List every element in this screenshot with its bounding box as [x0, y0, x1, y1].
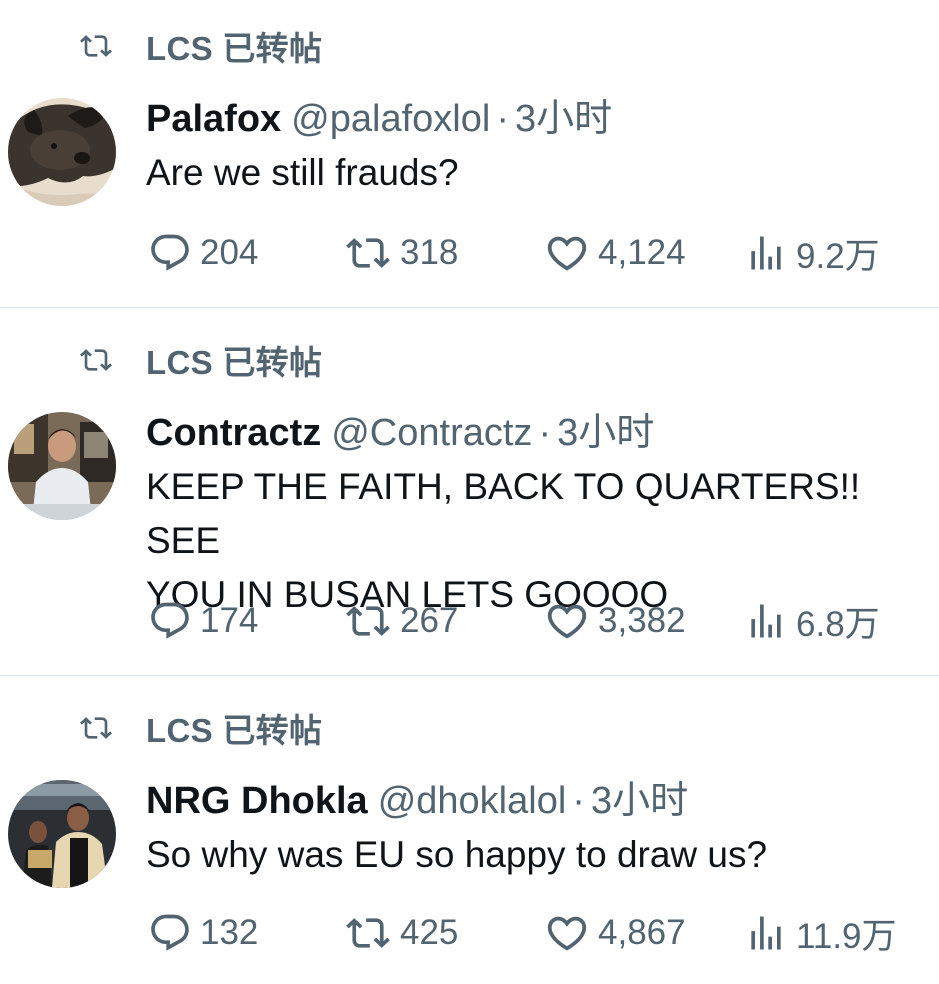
reply-count: 174 — [200, 601, 259, 640]
retweet-icon — [344, 231, 392, 275]
user-handle[interactable]: @dhoklalol — [378, 780, 567, 822]
avatar[interactable] — [8, 780, 116, 888]
tweet-card[interactable]: LCS 已转帖 Palafox @palafoxlol · 3小时 Are we st… — [0, 0, 939, 308]
retweet-icon — [344, 911, 392, 955]
display-name[interactable]: NRG Dhokla — [146, 780, 368, 822]
repost-button[interactable]: 318 — [344, 228, 458, 278]
avatar[interactable] — [8, 412, 116, 520]
retweet-icon — [344, 599, 392, 643]
tweet-text: So why was EU so happy to draw us? — [146, 834, 768, 875]
like-count: 4,124 — [598, 233, 686, 272]
heart-icon — [544, 230, 590, 276]
repost-button[interactable]: 425 — [344, 908, 458, 958]
view-count: 6.8万 — [796, 604, 880, 644]
heart-icon — [544, 598, 590, 644]
dog-avatar-icon — [8, 98, 116, 206]
like-count: 3,382 — [598, 601, 686, 640]
views-button[interactable]: 9.2万 — [744, 228, 880, 278]
like-button[interactable]: 4,124 — [544, 228, 686, 278]
person-avatar-icon — [8, 412, 116, 520]
heart-icon — [544, 910, 590, 956]
user-handle[interactable]: @palafoxlol — [291, 98, 490, 140]
reply-button[interactable]: 174 — [148, 596, 258, 646]
retweet-icon — [74, 712, 118, 744]
tweet-actions: 174 267 3,382 6.8万 — [146, 596, 906, 646]
retweet-context[interactable]: LCS 已转帖 — [74, 338, 322, 382]
retweet-context[interactable]: LCS 已转帖 — [74, 24, 322, 68]
like-button[interactable]: 4,867 — [544, 908, 686, 958]
views-button[interactable]: 11.9万 — [744, 908, 897, 958]
reply-count: 132 — [200, 913, 259, 952]
reply-count: 204 — [200, 233, 259, 272]
tweet-timestamp[interactable]: 3小时 — [557, 412, 654, 454]
view-count: 11.9万 — [796, 916, 897, 956]
view-count: 9.2万 — [796, 236, 880, 276]
retweet-icon — [74, 30, 118, 62]
team-avatar-icon — [8, 780, 116, 888]
reply-button[interactable]: 204 — [148, 228, 258, 278]
repost-count: 267 — [400, 601, 459, 640]
tweet-header: Contractz @Contractz · 3小时 — [146, 410, 654, 456]
display-name[interactable]: Palafox — [146, 98, 281, 140]
repost-count: 318 — [400, 233, 459, 272]
display-name[interactable]: Contractz — [146, 412, 321, 454]
reply-icon — [148, 599, 192, 643]
tweet-card[interactable]: LCS 已转帖 Contractz @Contractz · 3小时 KEEP THE… — [0, 308, 939, 676]
avatar[interactable] — [8, 98, 116, 206]
views-chart-icon — [744, 231, 788, 275]
retweet-context[interactable]: LCS 已转帖 — [74, 706, 322, 750]
like-count: 4,867 — [598, 913, 686, 952]
repost-button[interactable]: 267 — [344, 596, 458, 646]
timeline-feed: LCS 已转帖 Palafox @palafoxlol · 3小时 Are we st… — [0, 0, 939, 984]
retweeted-by-label: LCS 已转帖 — [146, 712, 323, 749]
tweet-header: NRG Dhokla @dhoklalol · 3小时 — [146, 778, 688, 824]
views-chart-icon — [744, 911, 788, 955]
separator-dot: · — [572, 780, 585, 822]
tweet-timestamp[interactable]: 3小时 — [515, 98, 612, 140]
retweeted-by-label: LCS 已转帖 — [146, 344, 323, 381]
views-chart-icon — [744, 599, 788, 643]
tweet-actions: 132 425 4,867 11.9万 — [146, 908, 906, 958]
reply-icon — [148, 231, 192, 275]
views-button[interactable]: 6.8万 — [744, 596, 880, 646]
tweet-card[interactable]: LCS 已转帖 NRG Dhokla @dhoklalol · 3小时 So why … — [0, 676, 939, 984]
repost-count: 425 — [400, 913, 459, 952]
retweeted-by-label: LCS 已转帖 — [146, 30, 323, 67]
tweet-header: Palafox @palafoxlol · 3小时 — [146, 96, 612, 142]
reply-button[interactable]: 132 — [148, 908, 258, 958]
tweet-actions: 204 318 4,124 9.2万 — [146, 228, 906, 278]
reply-icon — [148, 911, 192, 955]
tweet-timestamp[interactable]: 3小时 — [591, 780, 688, 822]
user-handle[interactable]: @Contractz — [331, 412, 532, 454]
retweet-icon — [74, 344, 118, 376]
separator-dot: · — [496, 98, 509, 140]
separator-dot: · — [538, 412, 552, 454]
tweet-text: Are we still frauds? — [146, 152, 459, 193]
like-button[interactable]: 3,382 — [544, 596, 686, 646]
